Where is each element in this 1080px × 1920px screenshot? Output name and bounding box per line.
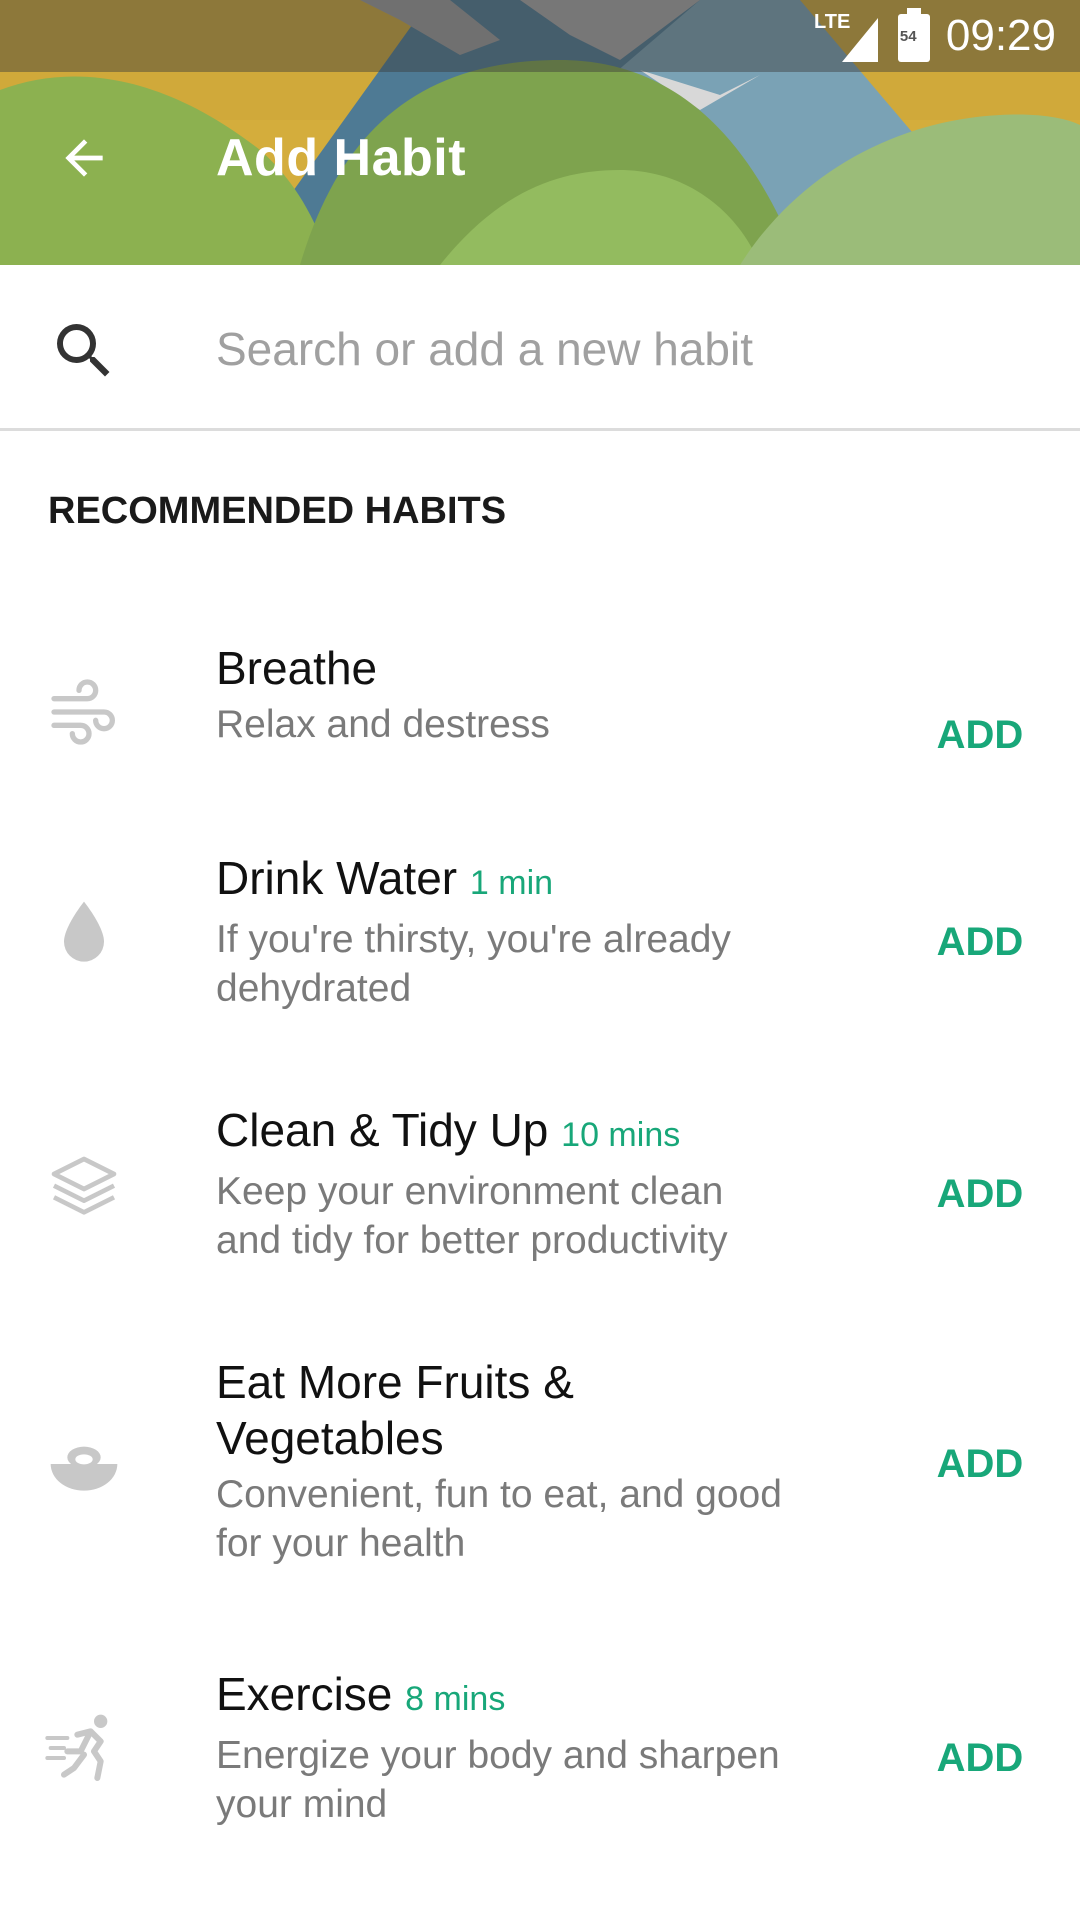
battery-icon: 54 bbox=[896, 8, 932, 64]
arrow-back-icon bbox=[65, 139, 103, 177]
running-person-icon bbox=[45, 1714, 108, 1781]
habit-title-text: Drink Water bbox=[216, 852, 458, 904]
habit-item-clean-tidy[interactable]: Clean & Tidy Up 10 mins Keep your enviro… bbox=[0, 1102, 1080, 1272]
search-icon[interactable] bbox=[48, 315, 120, 387]
header: LTE 54 09:29 Add Habit bbox=[0, 0, 1080, 265]
habit-title-text: Clean & Tidy Up bbox=[216, 1104, 549, 1156]
habit-description: Keep your environment clean and tidy for… bbox=[216, 1170, 728, 1262]
habit-description: Relax and destress bbox=[216, 703, 550, 746]
habit-item-breathe[interactable]: Breathe Relax and destress ADD bbox=[0, 640, 1080, 790]
habit-duration: 1 min bbox=[469, 864, 554, 902]
toolbar: Add Habit bbox=[0, 72, 1080, 252]
battery-level: 54 bbox=[899, 28, 917, 45]
habit-title-text: Breathe bbox=[216, 642, 378, 694]
section-heading: RECOMMENDED HABITS bbox=[48, 490, 507, 532]
search-input[interactable] bbox=[216, 309, 1036, 389]
add-button-breathe[interactable]: ADD bbox=[910, 695, 1050, 775]
back-button[interactable] bbox=[48, 122, 120, 194]
search-bar bbox=[0, 265, 1080, 431]
habit-title: Exercise 8 mins bbox=[216, 1666, 796, 1727]
habit-item-fruits-vegetables[interactable]: Eat More Fruits & Vegetables Convenient,… bbox=[0, 1354, 1080, 1584]
add-button-clean-tidy[interactable]: ADD bbox=[910, 1154, 1050, 1234]
habit-duration: 10 mins bbox=[561, 1116, 681, 1154]
habit-description: If you're thirsty, you're already dehydr… bbox=[216, 918, 731, 1010]
habit-item-drink-water[interactable]: Drink Water 1 min If you're thirsty, you… bbox=[0, 850, 1080, 1020]
add-button-drink-water[interactable]: ADD bbox=[910, 902, 1050, 982]
habit-title: Eat More Fruits & Vegetables bbox=[216, 1354, 796, 1466]
wind-icon bbox=[51, 679, 115, 745]
habit-duration: 8 mins bbox=[405, 1680, 506, 1718]
habit-title: Drink Water 1 min bbox=[216, 850, 796, 911]
status-time: 09:29 bbox=[945, 11, 1056, 60]
habit-item-exercise[interactable]: Exercise 8 mins Energize your body and s… bbox=[0, 1666, 1080, 1836]
habit-title: Breathe bbox=[216, 640, 796, 696]
habit-description: Energize your body and sharpen your mind bbox=[216, 1734, 780, 1826]
page-title: Add Habit bbox=[216, 129, 467, 187]
add-button-fruits-vegetables[interactable]: ADD bbox=[910, 1424, 1050, 1504]
network-type-label: LTE bbox=[814, 11, 850, 33]
habit-title-text: Eat More Fruits & Vegetables bbox=[216, 1356, 574, 1464]
habit-title-text: Exercise bbox=[216, 1668, 393, 1720]
stack-layers-icon bbox=[51, 1156, 117, 1215]
cell-signal-icon: LTE bbox=[814, 11, 878, 62]
salad-bowl-icon bbox=[50, 1446, 118, 1491]
add-button-exercise[interactable]: ADD bbox=[910, 1718, 1050, 1798]
water-drop-icon bbox=[64, 901, 104, 962]
habit-description: Convenient, fun to eat, and good for you… bbox=[216, 1473, 782, 1565]
status-bar: LTE 54 09:29 bbox=[0, 0, 1080, 72]
habit-title: Clean & Tidy Up 10 mins bbox=[216, 1102, 796, 1163]
